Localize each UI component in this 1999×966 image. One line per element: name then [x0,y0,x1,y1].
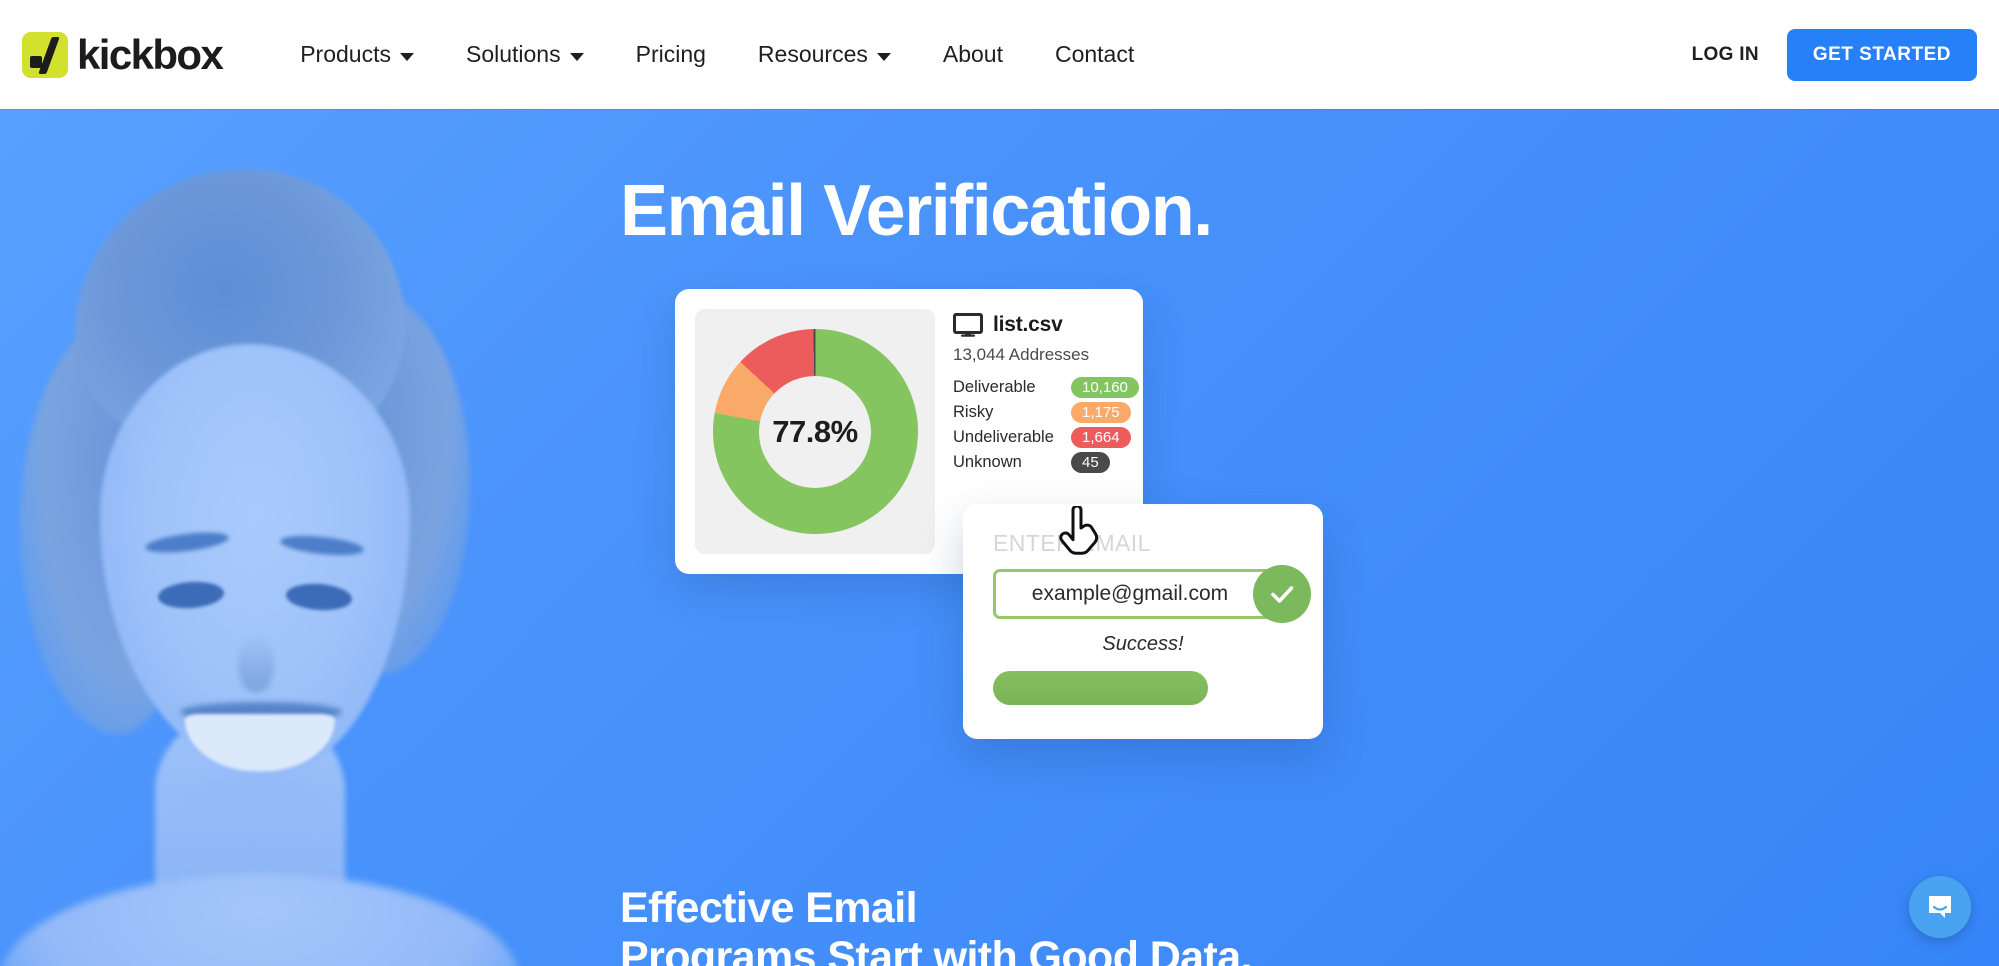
nav-label-contact: Contact [1054,41,1135,67]
nav-item-pricing[interactable]: Pricing [610,41,732,68]
status-text: Success! [1102,633,1184,655]
donut-chart-panel: 77.8% [695,309,935,554]
nav-label-about: About [942,41,1003,67]
hero-portrait-image [0,114,540,966]
stat-value-risky: 1,175 [1071,402,1131,423]
stat-label-unknown: Unknown [953,453,1022,471]
brand-name: kickbox [77,30,224,78]
chevron-down-icon [876,52,891,61]
stat-row: Deliverable 10,160 [953,377,1139,398]
logo-slash-shape [38,36,60,74]
page-title: Email Verification. [620,171,1213,251]
hero-subheading: Effective Email Programs Start with Good… [620,884,1252,966]
page-root: kickbox Products Solutions Pricing Resou… [0,0,1999,966]
nav-item-about[interactable]: About [917,41,1029,68]
email-input-row: example@gmail.com [993,565,1311,623]
stat-label-undeliverable: Undeliverable [953,428,1054,446]
login-link[interactable]: LOG IN [1664,44,1787,66]
chevron-down-icon [569,52,584,61]
file-header: list.csv [953,313,1139,337]
hero-subheading-line2: Programs Start with Good Data. [620,933,1252,966]
check-icon [1271,586,1294,603]
stat-row: Risky 1,175 [953,402,1139,423]
hero-subheading-line1: Effective Email [620,884,918,932]
chat-widget-button[interactable] [1909,876,1971,938]
nav-item-resources[interactable]: Resources [732,41,917,68]
nav-label-products: Products [300,41,391,67]
kickbox-logo[interactable]: kickbox [22,30,224,78]
header-actions: LOG IN GET STARTED [1664,28,1977,81]
stat-row: Undeliverable 1,664 [953,427,1139,448]
donut-chart: 77.8% [712,329,918,534]
stat-label-deliverable: Deliverable [953,378,1036,396]
nav-item-products[interactable]: Products [274,41,440,68]
portrait-nose [238,634,274,692]
donut-percentage-label: 77.8% [772,413,858,449]
stat-value-deliverable: 10,160 [1071,377,1139,398]
success-check-badge [1253,565,1311,623]
logo-mark-icon [22,31,68,78]
file-name-label: list.csv [993,313,1063,336]
stat-value-unknown: 45 [1071,452,1110,473]
portrait-chin [175,774,335,844]
site-header: kickbox Products Solutions Pricing Resou… [0,0,1999,109]
donut-center: 77.8% [759,375,871,488]
main-navigation: Products Solutions Pricing Resources Abo… [274,41,1160,68]
email-verification-card: ENTER EMAIL example@gmail.com Success! [963,504,1323,739]
hero-section: Email Verification. 77.8% list.csv 13,04… [0,109,1999,966]
stat-row: Unknown 45 [953,452,1139,473]
monitor-icon [953,313,983,337]
get-started-button[interactable]: GET STARTED [1786,28,1977,81]
stat-value-undeliverable: 1,664 [1071,427,1131,448]
nav-label-pricing: Pricing [635,41,706,67]
nav-label-solutions: Solutions [465,41,561,67]
nav-item-solutions[interactable]: Solutions [440,41,610,68]
stat-label-risky: Risky [953,403,994,421]
email-input[interactable]: example@gmail.com [993,569,1293,619]
chat-bubble-icon [1929,896,1951,918]
portrait-shoulders [0,874,520,966]
address-count-label: 13,044 Addresses [953,345,1090,364]
verify-button[interactable] [993,671,1208,705]
nav-label-resources: Resources [757,41,868,67]
enter-email-label: ENTER EMAIL [993,530,1151,556]
nav-item-contact[interactable]: Contact [1029,41,1160,68]
chevron-down-icon [399,52,414,61]
